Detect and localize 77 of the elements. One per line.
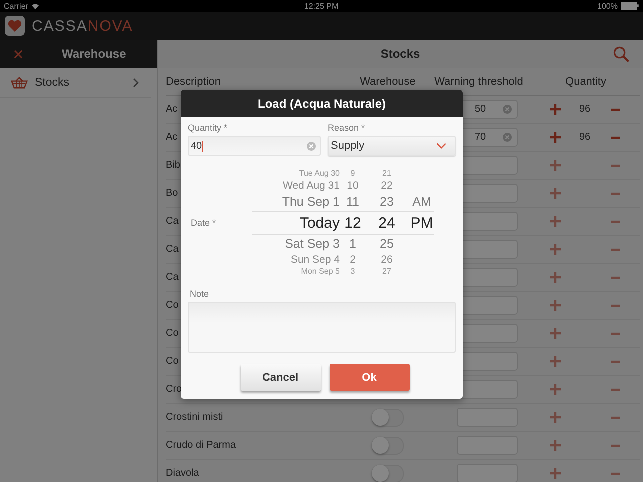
picker-ampm: AM: [412, 194, 432, 209]
product-name: Crudo di Parma: [166, 440, 236, 451]
product-name: Ac: [166, 132, 178, 143]
search-icon[interactable]: [613, 46, 630, 63]
product-name: Co: [166, 356, 179, 367]
picker-minute: 27: [382, 268, 392, 276]
field-label: Reason *: [328, 123, 366, 133]
battery-percent: 100%: [598, 2, 618, 10]
chevron-down-icon: [436, 143, 447, 149]
minus-icon[interactable]: [610, 108, 620, 112]
close-icon[interactable]: [14, 50, 23, 58]
product-name: Ca: [166, 272, 179, 283]
clear-icon[interactable]: [307, 142, 316, 150]
logo-icon: [5, 16, 25, 36]
picker-hour: 9: [350, 170, 356, 178]
quantity-value: 96: [579, 104, 591, 115]
wifi-icon: [31, 2, 40, 10]
picker-minute: 24: [378, 216, 396, 230]
sidebar-title: Warehouse: [62, 47, 126, 61]
field-label: Quantity *: [188, 123, 229, 133]
picker-date: Sun Sep 4: [290, 254, 341, 266]
product-name: Ca: [166, 216, 179, 227]
reason-dropdown[interactable]: Supply: [328, 136, 456, 156]
picker-hour: 2: [350, 254, 356, 266]
clear-icon[interactable]: [503, 105, 512, 114]
product-name: Ac: [166, 104, 178, 115]
field-label: Note: [189, 289, 210, 299]
minus-icon[interactable]: [610, 136, 620, 140]
plus-icon[interactable]: [550, 132, 560, 143]
picker-hour: 12: [344, 216, 362, 230]
product-name: Co: [166, 328, 179, 339]
column-header: Warning threshold: [434, 76, 524, 88]
picker-minute: 21: [382, 170, 392, 178]
warehouse-toggle[interactable]: [372, 464, 404, 482]
picker-minute: 26: [381, 254, 393, 266]
brand-name: CASSANOVA: [32, 18, 134, 34]
column-header: Description: [166, 76, 222, 88]
clear-icon[interactable]: [503, 133, 512, 142]
picker-hour: 11: [346, 196, 360, 208]
chevron-right-icon: [133, 78, 139, 88]
picker-date: Thu Sep 1: [282, 196, 341, 208]
warehouse-toggle[interactable]: [372, 408, 404, 426]
product-name: Diavola: [166, 468, 200, 479]
field-label: Date *: [190, 218, 218, 228]
product-name: Ca: [166, 244, 179, 255]
quantity-value: 96: [579, 132, 591, 143]
clock-time: 12:25 PM: [304, 2, 339, 10]
content-title: Stocks: [380, 47, 420, 61]
column-header: Warehouse: [360, 76, 416, 88]
dialog-title: Load (Acqua Naturale): [181, 90, 463, 117]
picker-hour: 1: [350, 238, 356, 250]
product-name: Co: [166, 300, 179, 311]
picker-hour: 3: [350, 268, 356, 276]
basket-icon: [11, 76, 28, 88]
quantity-field[interactable]: 40: [188, 136, 321, 156]
picker-date: Sat Sep 3: [285, 238, 341, 250]
picker-minute: 23: [380, 196, 394, 208]
product-name: Bo: [166, 188, 178, 199]
picker-date: Mon Sep 5: [301, 268, 341, 276]
carrier-label: Carrier: [4, 2, 28, 10]
cancel-button[interactable]: Cancel: [240, 364, 320, 391]
sidebar-item[interactable]: Stocks: [0, 68, 151, 98]
picker-ampm: PM: [410, 214, 434, 232]
date-time-picker[interactable]: Tue Aug 30 9 21 Wed Aug 31 10 22 Thu Sep 1 11 23 AM Today 12 24 PM Sat Sep 3 1 25 Sun Sep 4 2 26 Mon Sep 5 3 27: [252, 169, 434, 277]
picker-date: Tue Aug 30: [299, 170, 341, 178]
product-name: Bib: [166, 160, 180, 171]
picker-minute: 25: [380, 238, 394, 250]
picker-minute: 22: [381, 180, 393, 192]
warehouse-toggle[interactable]: [372, 436, 404, 454]
picker-hour: 10: [347, 180, 359, 192]
battery-icon: [621, 2, 639, 10]
plus-icon[interactable]: [550, 104, 560, 115]
ok-button[interactable]: Ok: [330, 364, 410, 391]
picker-date: Wed Aug 31: [282, 180, 341, 192]
product-name: Crostini misti: [166, 412, 224, 423]
picker-date: Today: [300, 216, 341, 230]
column-header: Quantity: [566, 76, 606, 88]
